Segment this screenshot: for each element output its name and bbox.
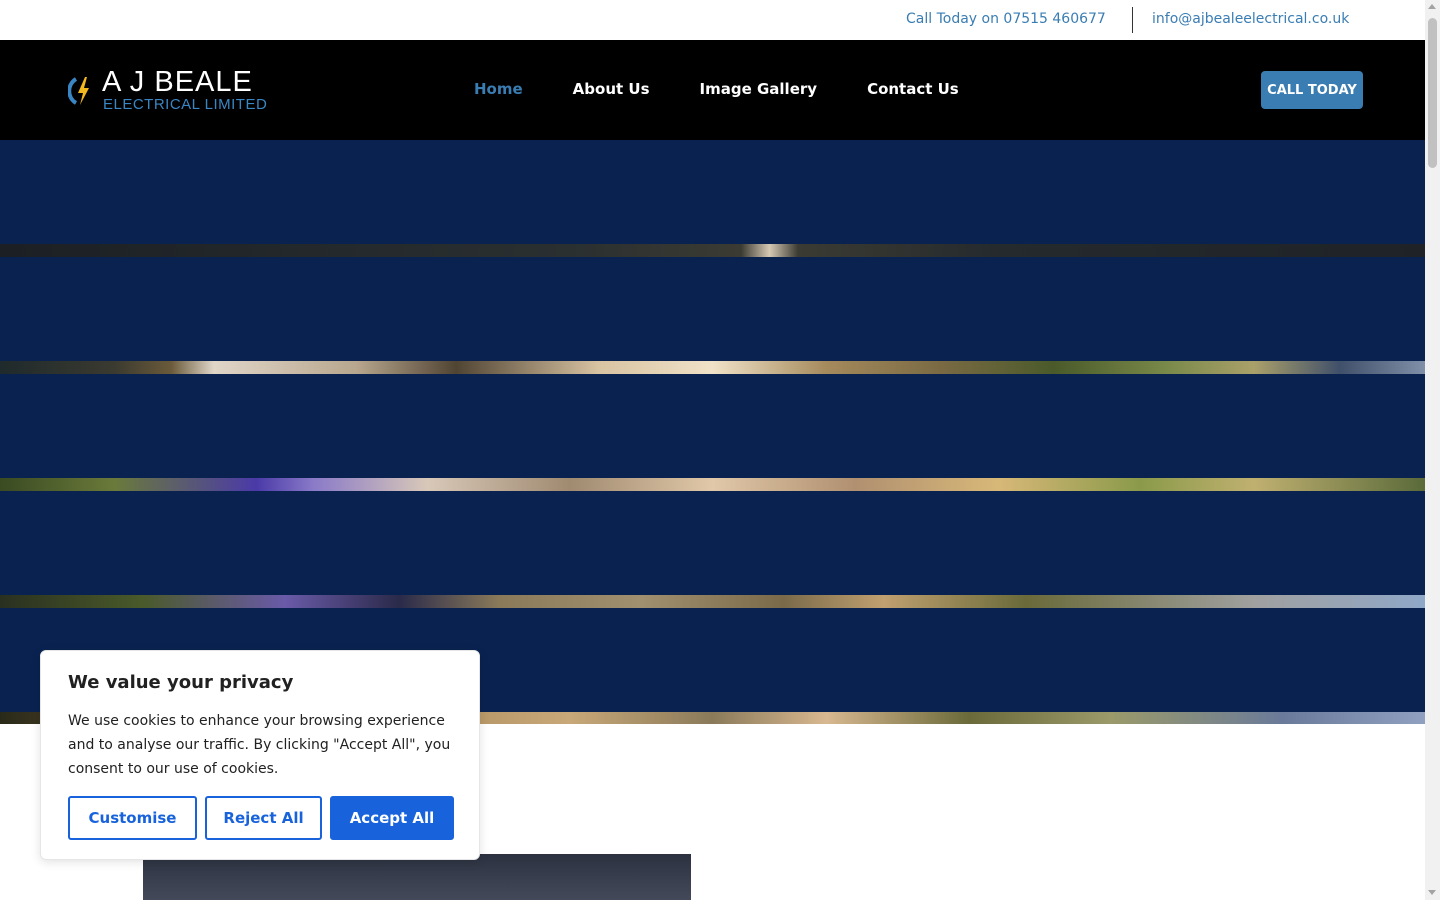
logo-name: A J BEALE	[102, 66, 253, 98]
hero-image-strip	[0, 244, 1425, 257]
accept-all-button[interactable]: Accept All	[330, 796, 454, 840]
main-nav: Home About Us Image Gallery Contact Us	[474, 80, 1009, 98]
site-logo[interactable]: A J BEALE ELECTRICAL LIMITED	[68, 66, 288, 115]
scrollbar-thumb[interactable]	[1428, 18, 1437, 168]
cookie-body: We use cookies to enhance your browsing …	[68, 713, 451, 777]
top-contact-bar: Call Today on 07515 460677 info@ajbealee…	[0, 0, 1425, 40]
nav-image-gallery[interactable]: Image Gallery	[700, 80, 818, 98]
customise-button[interactable]: Customise	[68, 796, 197, 840]
logo-subtitle: ELECTRICAL LIMITED	[103, 96, 268, 113]
cookie-consent-dialog: We value your privacy We use cookies to …	[40, 650, 480, 860]
hero-image-strip	[0, 361, 1425, 374]
cookie-title: We value your privacy	[68, 672, 294, 693]
phone-link[interactable]: Call Today on 07515 460677	[906, 11, 1106, 27]
topbar-divider	[1132, 7, 1133, 33]
email-link[interactable]: info@ajbealeelectrical.co.uk	[1152, 11, 1349, 27]
hero-banner	[0, 140, 1425, 724]
page-scrollbar[interactable]	[1425, 0, 1440, 900]
scroll-up-icon[interactable]	[1428, 4, 1436, 9]
call-today-button[interactable]: CALL TODAY	[1261, 71, 1363, 109]
scroll-down-icon[interactable]	[1428, 890, 1436, 895]
content-image	[143, 854, 691, 900]
hero-image-strip	[0, 595, 1425, 608]
site-header: A J BEALE ELECTRICAL LIMITED Home About …	[0, 40, 1425, 140]
hero-image-strip	[0, 478, 1425, 491]
lightning-bolt-icon	[68, 77, 89, 105]
nav-home[interactable]: Home	[474, 80, 523, 98]
nav-about-us[interactable]: About Us	[573, 80, 650, 98]
reject-all-button[interactable]: Reject All	[205, 796, 322, 840]
nav-contact-us[interactable]: Contact Us	[867, 80, 959, 98]
